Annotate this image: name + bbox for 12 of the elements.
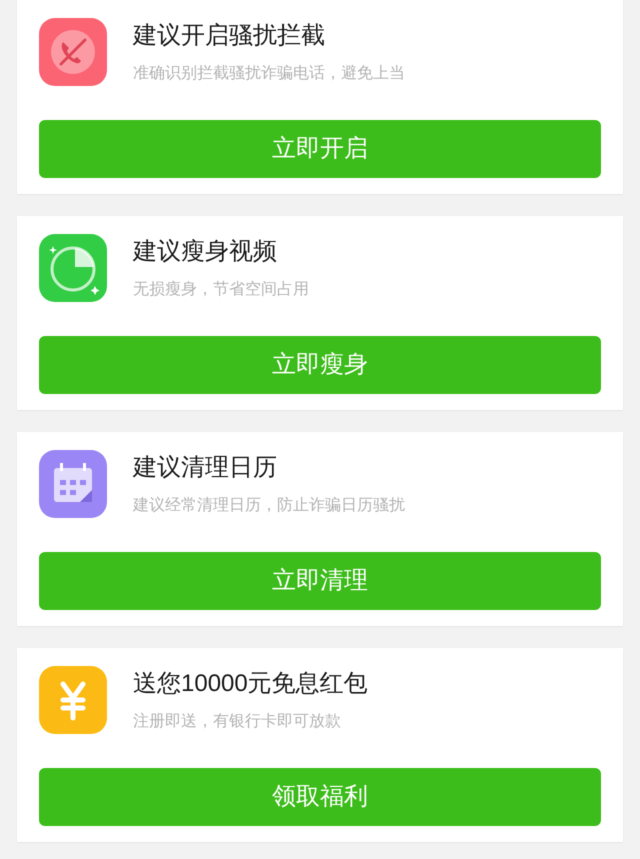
card-title: 建议开启骚扰拦截 [133,21,326,51]
card-subtitle: 准确识别拦截骚扰诈骗电话，避免上当 [133,64,405,84]
card-title: 建议瘦身视频 [133,237,278,267]
action-button[interactable]: 立即瘦身 [39,336,601,394]
action-button[interactable]: 立即开启 [39,120,601,178]
card-title: 送您10000元免息红包 [133,669,368,699]
card-subtitle: 无损瘦身，节省空间占用 [133,280,309,300]
card-subtitle: 建议经常清理日历，防止诈骗日历骚扰 [133,496,405,516]
card-subtitle: 注册即送，有银行卡即可放款 [133,712,342,732]
action-button[interactable]: 领取福利 [39,768,601,826]
action-button[interactable]: 立即清理 [39,552,601,610]
card-title: 建议清理日历 [133,453,278,483]
